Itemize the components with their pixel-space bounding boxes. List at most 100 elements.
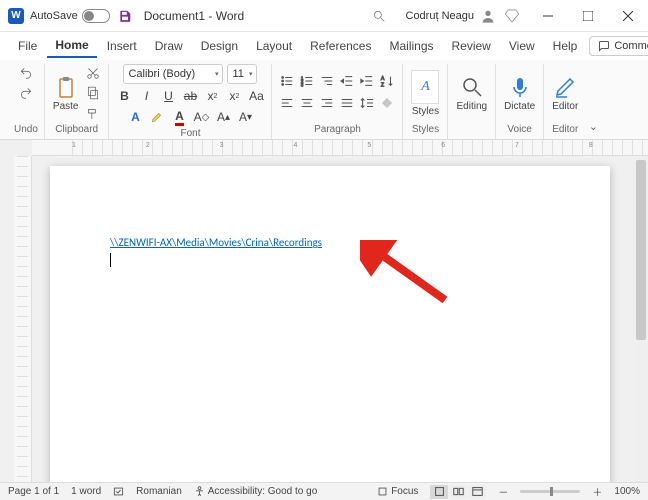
tab-review[interactable]: Review <box>444 35 499 57</box>
user-name: Codruț Neagu <box>406 10 475 22</box>
focus-mode-button[interactable]: Focus <box>377 486 418 497</box>
sort-button[interactable]: AZ <box>378 72 396 90</box>
save-icon[interactable] <box>118 9 132 23</box>
grow-font-button[interactable]: A▴ <box>214 108 232 126</box>
line-spacing-button[interactable] <box>358 94 376 112</box>
paste-label: Paste <box>53 101 79 112</box>
increase-indent-button[interactable] <box>358 72 376 90</box>
redo-button[interactable] <box>17 84 35 102</box>
svg-text:A: A <box>381 76 385 82</box>
accessibility-text: Accessibility: Good to go <box>208 486 318 497</box>
group-styles-label: Styles <box>412 122 439 139</box>
align-left-button[interactable] <box>278 94 296 112</box>
autosave-toggle[interactable]: AutoSave <box>30 9 110 23</box>
clear-formatting-button[interactable]: A◇ <box>192 108 210 126</box>
decrease-indent-button[interactable] <box>338 72 356 90</box>
toggle-off-icon[interactable] <box>82 9 110 23</box>
tab-insert[interactable]: Insert <box>99 35 145 57</box>
scrollbar-thumb[interactable] <box>636 160 646 340</box>
find-icon <box>460 75 484 99</box>
vertical-scrollbar[interactable] <box>634 156 648 482</box>
tab-references[interactable]: References <box>302 35 379 57</box>
cut-button[interactable] <box>84 64 102 82</box>
comments-label: Comments <box>614 40 648 52</box>
font-name-combo[interactable]: Calibri (Body)▾ <box>123 64 223 84</box>
copy-button[interactable] <box>84 84 102 102</box>
status-page[interactable]: Page 1 of 1 <box>8 486 59 497</box>
zoom-level[interactable]: 100% <box>614 486 640 497</box>
svg-text:Z: Z <box>381 82 385 88</box>
read-mode-view-button[interactable] <box>449 485 467 499</box>
close-button[interactable] <box>608 0 648 32</box>
chevron-down-icon: ▾ <box>215 70 219 78</box>
tab-help[interactable]: Help <box>545 35 586 57</box>
editor-btn-label: Editor <box>552 101 578 112</box>
tab-draw[interactable]: Draw <box>147 35 191 57</box>
undo-button[interactable] <box>17 64 35 82</box>
maximize-button[interactable] <box>568 0 608 32</box>
paste-button[interactable]: Paste <box>51 73 81 114</box>
status-language[interactable]: Romanian <box>136 486 182 497</box>
justify-button[interactable] <box>338 94 356 112</box>
tab-layout[interactable]: Layout <box>248 35 300 57</box>
change-case-button[interactable]: Aa <box>247 87 265 105</box>
text-effects-button[interactable]: A <box>126 108 144 126</box>
comments-button[interactable]: Comments ▾ <box>589 36 648 56</box>
font-color-button[interactable]: A <box>170 108 188 126</box>
highlight-button[interactable] <box>148 108 166 126</box>
editing-button[interactable]: Editing <box>454 73 489 114</box>
document-canvas[interactable]: \\ZENWIFI-AX\Media\Movies\Crina\Recordin… <box>32 156 634 482</box>
tab-mailings[interactable]: Mailings <box>381 35 441 57</box>
zoom-slider[interactable] <box>520 490 580 493</box>
tab-view[interactable]: View <box>501 35 543 57</box>
bold-button[interactable]: B <box>115 87 133 105</box>
status-word-count[interactable]: 1 word <box>71 486 101 497</box>
shading-button[interactable] <box>378 94 396 112</box>
font-size-combo[interactable]: 11▾ <box>227 64 257 84</box>
underline-button[interactable]: U <box>159 87 177 105</box>
group-voice-label: Voice <box>507 122 531 139</box>
minimize-button[interactable] <box>528 0 568 32</box>
group-editing-label <box>470 122 473 139</box>
premium-diamond-icon[interactable] <box>504 8 520 24</box>
zoom-out-button[interactable]: － <box>498 484 508 499</box>
status-accessibility[interactable]: Accessibility: Good to go <box>194 486 318 497</box>
text-cursor <box>110 253 111 267</box>
vertical-ruler[interactable] <box>14 156 32 482</box>
dictate-button[interactable]: Dictate <box>502 73 537 114</box>
multilevel-list-button[interactable] <box>318 72 336 90</box>
font-size-value: 11 <box>232 68 243 80</box>
zoom-in-button[interactable]: ＋ <box>592 484 602 499</box>
editor-button[interactable]: Editor <box>550 73 580 114</box>
ruler-numbers: 1 2 3 4 5 6 7 8 9 <box>72 142 648 149</box>
focus-icon <box>377 486 388 497</box>
bullets-button[interactable] <box>278 72 296 90</box>
strikethrough-button[interactable]: ab <box>181 87 199 105</box>
subscript-button[interactable]: x2 <box>203 87 221 105</box>
status-spellcheck[interactable] <box>113 486 124 497</box>
shrink-font-button[interactable]: A▾ <box>236 108 254 126</box>
styles-gallery-icon: A <box>411 70 439 104</box>
tab-file[interactable]: File <box>10 35 45 57</box>
numbering-button[interactable]: 123 <box>298 72 316 90</box>
print-layout-view-button[interactable] <box>430 485 448 499</box>
tab-home[interactable]: Home <box>47 34 96 58</box>
collapse-ribbon-button[interactable]: ⌄ <box>586 64 600 139</box>
align-center-button[interactable] <box>298 94 316 112</box>
styles-btn-label: Styles <box>412 106 439 117</box>
horizontal-ruler[interactable]: 1 2 3 4 5 6 7 8 9 <box>32 140 648 156</box>
web-layout-view-button[interactable] <box>468 485 486 499</box>
format-painter-button[interactable] <box>84 104 102 122</box>
autosave-label: AutoSave <box>30 10 78 22</box>
hyperlink-network-path[interactable]: \\ZENWIFI-AX\Media\Movies\Crina\Recordin… <box>110 236 322 249</box>
document-page[interactable]: \\ZENWIFI-AX\Media\Movies\Crina\Recordin… <box>50 166 610 482</box>
align-right-button[interactable] <box>318 94 336 112</box>
superscript-button[interactable]: x2 <box>225 87 243 105</box>
group-undo-label: Undo <box>14 122 38 139</box>
styles-button[interactable]: A Styles <box>409 68 441 119</box>
italic-button[interactable]: I <box>137 87 155 105</box>
tab-design[interactable]: Design <box>193 35 246 57</box>
account-user[interactable]: Codruț Neagu <box>406 8 497 24</box>
group-clipboard-label: Clipboard <box>55 122 98 139</box>
search-icon[interactable] <box>372 9 386 23</box>
